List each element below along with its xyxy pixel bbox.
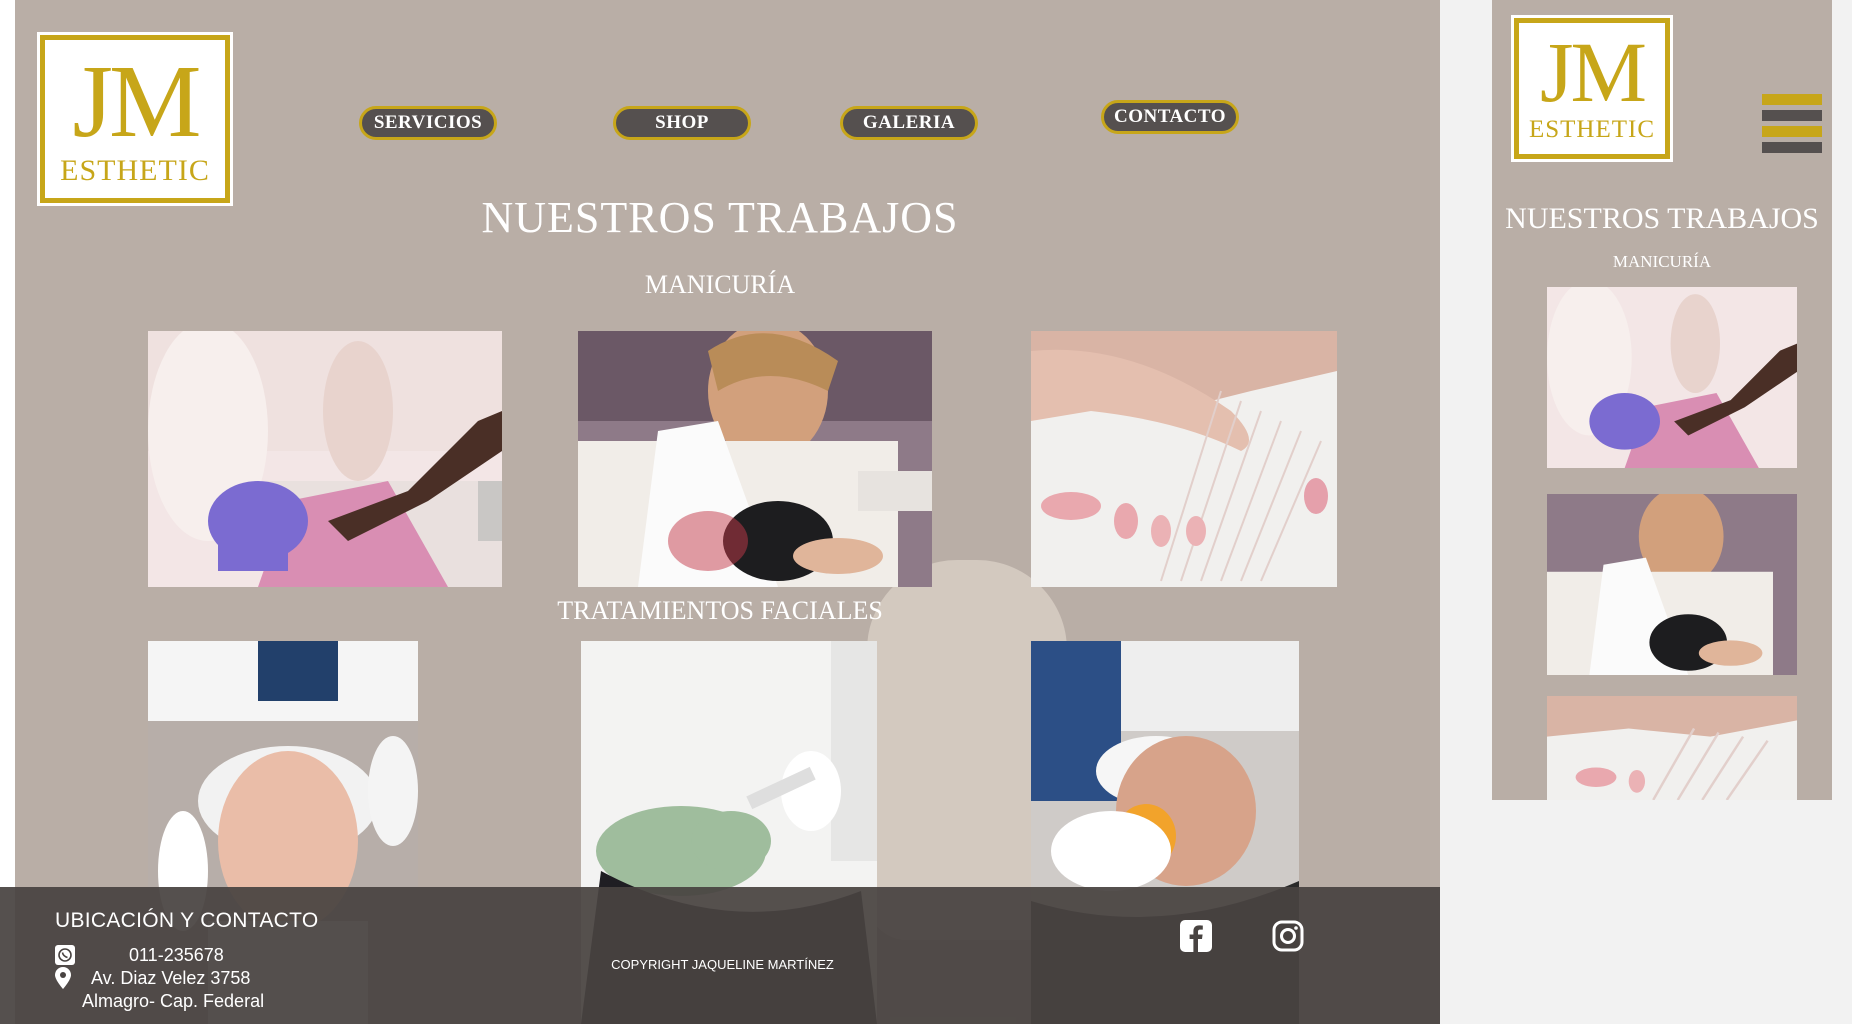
logo-monogram: JM bbox=[72, 44, 202, 159]
mobile-manicure-photo-2[interactable] bbox=[1547, 494, 1797, 675]
mobile-manicure-photo-3[interactable] bbox=[1547, 696, 1797, 800]
footer-address-line1: Av. Diaz Velez 3758 bbox=[91, 968, 251, 988]
manicure-photo-3[interactable] bbox=[1031, 331, 1337, 587]
instagram-icon[interactable] bbox=[1272, 920, 1304, 952]
site-footer: UBICACIÓN Y CONTACTO 011-235678 Av. Diaz… bbox=[0, 887, 1440, 1024]
page-left-edge bbox=[0, 0, 15, 1024]
hamburger-bar bbox=[1762, 110, 1822, 121]
hamburger-menu-icon[interactable] bbox=[1762, 94, 1822, 160]
location-pin-icon bbox=[55, 967, 71, 989]
nav-contacto-button[interactable]: CONTACTO bbox=[1101, 100, 1239, 134]
mobile-logo[interactable]: JM ESTHETIC bbox=[1511, 15, 1673, 162]
footer-address-line2: Almagro- Cap. Federal bbox=[82, 991, 265, 1011]
facebook-icon[interactable] bbox=[1180, 920, 1212, 952]
nav-shop-button[interactable]: SHOP bbox=[613, 106, 751, 140]
desktop-page: JM ESTHETIC SERVICIOS SHOP GALERIA CONTA… bbox=[15, 0, 1440, 1024]
mobile-logo-wordmark: ESTHETIC bbox=[1528, 116, 1656, 143]
mobile-logo-monogram: JM bbox=[1540, 24, 1647, 120]
section-title-tratamientos: TRATAMIENTOS FACIALES bbox=[557, 596, 883, 625]
footer-copyright: COPYRIGHT JAQUELINE MARTÍNEZ bbox=[611, 957, 834, 972]
page-title: NUESTROS TRABAJOS bbox=[481, 193, 959, 242]
hamburger-bar bbox=[1762, 126, 1822, 137]
manicure-photo-1[interactable] bbox=[148, 331, 502, 587]
whatsapp-icon[interactable] bbox=[55, 945, 75, 965]
mobile-page-title: NUESTROS TRABAJOS bbox=[1505, 202, 1819, 235]
hamburger-bar bbox=[1762, 94, 1822, 105]
site-logo[interactable]: JM ESTHETIC bbox=[37, 32, 233, 206]
nav-galeria-button[interactable]: GALERIA bbox=[840, 106, 978, 140]
footer-phone[interactable]: 011-235678 bbox=[129, 945, 224, 966]
mobile-preview: JM ESTHETIC NUESTROS TRABAJOS MANICURÍA bbox=[1492, 0, 1832, 800]
footer-heading: UBICACIÓN Y CONTACTO bbox=[55, 909, 319, 932]
mobile-manicure-photo-1[interactable] bbox=[1547, 287, 1797, 468]
mobile-section-title: MANICURÍA bbox=[1612, 252, 1712, 271]
section-title-manicuria: MANICURÍA bbox=[644, 270, 796, 299]
hamburger-bar bbox=[1762, 142, 1822, 153]
manicure-photo-2[interactable] bbox=[578, 331, 932, 587]
logo-wordmark: ESTHETIC bbox=[60, 154, 210, 187]
nav-servicios-button[interactable]: SERVICIOS bbox=[359, 106, 497, 140]
